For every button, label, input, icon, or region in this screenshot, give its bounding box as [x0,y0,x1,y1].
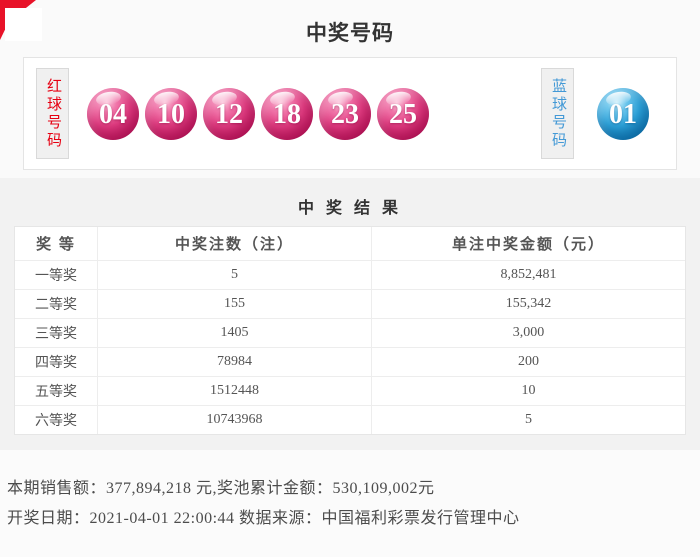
table-cell: 五等奖 [15,377,98,406]
blue-balls: 01 [597,87,649,148]
table-cell: 奖 等 [15,227,98,261]
date-line: 开奖日期：2021-04-01 22:00:44 数据来源：中国福利彩票发行管理… [7,510,520,527]
red-balls-group: 红球号码 04 10 12 18 23 25 [36,68,429,159]
table-cell: 二等奖 [15,290,98,319]
table-cell: 1512448 [98,377,372,406]
page-title: 中奖号码 [306,21,394,45]
table-cell: 78984 [98,348,372,377]
table-cell: 中奖注数（注） [98,227,372,261]
table-cell: 155,342 [372,290,685,319]
table-cell: 3,000 [372,319,685,348]
red-ball: 12 [203,87,255,148]
red-ball: 25 [377,87,429,148]
red-balls: 04 10 12 18 23 25 [87,87,429,148]
table-cell: 一等奖 [15,261,98,290]
table-cell: 四等奖 [15,348,98,377]
table-cell: 155 [98,290,372,319]
table-cell: 单注中奖金额（元） [372,227,685,261]
table-cell: 10743968 [98,406,372,434]
table-cell: 200 [372,348,685,377]
results-table: 奖 等中奖注数（注） 单注中奖金额（元） 一等奖 5 8,852,481 二等奖 155 15… [14,226,686,435]
table-cell: 5 [372,406,685,434]
table-cell: 六等奖 [15,406,98,434]
blue-ball-group: 蓝球号码 01 [541,68,649,159]
red-ball-label: 红球号码 [36,68,69,159]
lottery-results-page: 中奖号码 红球号码 04 10 12 18 23 25 蓝球号码 01 中 奖 结 果 奖… [0,0,700,557]
table-cell: 8,852,481 [372,261,685,290]
corner-white-square [5,8,42,41]
blue-ball: 01 [597,87,649,148]
winning-numbers-panel: 红球号码 04 10 12 18 23 25 蓝球号码 01 [23,57,677,170]
results-title: 中 奖 结 果 [297,200,402,217]
blue-ball-label: 蓝球号码 [541,68,574,159]
red-ball: 18 [261,87,313,148]
table-cell: 10 [372,377,685,406]
results-section: 中 奖 结 果 奖 等中奖注数（注） 单注中奖金额（元） 一等奖 5 8,852,481… [0,178,700,450]
table-cell: 三等奖 [15,319,98,348]
sales-line: 本期销售额：377,894,218 元,奖池累计金额：530,109,002元 [7,480,435,497]
red-ball: 04 [87,87,139,148]
red-ball: 23 [319,87,371,148]
table-cell: 5 [98,261,372,290]
winning-numbers-section: 中奖号码 红球号码 04 10 12 18 23 25 蓝球号码 01 [0,0,700,178]
footer: 本期销售额：377,894,218 元,奖池累计金额：530,109,002元 … [0,450,700,557]
table-cell: 1405 [98,319,372,348]
red-ball: 10 [145,87,197,148]
